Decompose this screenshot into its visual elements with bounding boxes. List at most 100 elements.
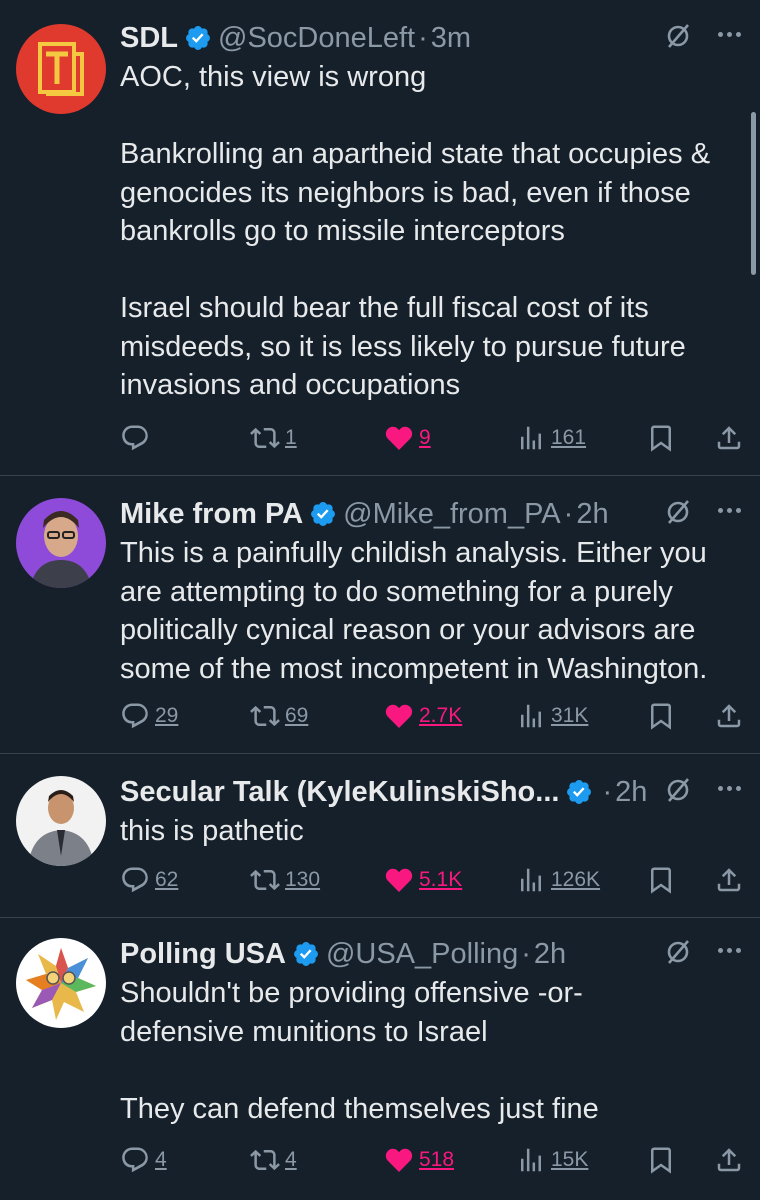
share-button[interactable]	[714, 1140, 744, 1180]
timestamp[interactable]: 2h	[534, 938, 566, 971]
retweet-button[interactable]: 4	[250, 1140, 297, 1180]
reply-button[interactable]: 62	[120, 860, 178, 900]
retweet-count: 130	[285, 868, 321, 891]
timeline-feed: SDL @SocDoneLeft · 3m AOC, this view is …	[0, 0, 760, 1200]
grok-icon[interactable]	[664, 498, 692, 526]
like-button[interactable]: 5.1K	[384, 860, 462, 900]
user-handle[interactable]: @Mike_from_PA	[343, 498, 560, 531]
separator-dot: ·	[521, 937, 531, 970]
retweet-button[interactable]: 1	[250, 418, 297, 458]
separator-dot: ·	[563, 497, 574, 530]
retweet-icon	[250, 427, 280, 449]
retweet-icon	[250, 705, 280, 727]
bookmark-icon	[651, 1147, 671, 1174]
share-icon	[717, 426, 741, 450]
action-bar: 1 9 161	[120, 418, 744, 458]
reply-icon	[122, 703, 148, 729]
grok-icon[interactable]	[664, 22, 692, 50]
bookmark-button[interactable]	[646, 1140, 676, 1180]
grok-icon[interactable]	[664, 776, 692, 804]
avatar[interactable]	[16, 938, 106, 1028]
heart-icon	[385, 704, 413, 728]
like-count: 5.1K	[419, 868, 463, 891]
heart-icon	[385, 1148, 413, 1172]
retweet-count: 69	[285, 704, 309, 727]
avatar[interactable]	[16, 498, 106, 588]
bookmark-button[interactable]	[646, 860, 676, 900]
user-handle[interactable]: @USA_Polling	[326, 938, 518, 971]
more-icon[interactable]	[718, 508, 744, 516]
share-icon	[717, 868, 741, 892]
like-count: 518	[419, 1148, 455, 1171]
timestamp[interactable]: 2h	[576, 498, 608, 531]
reply-count: 4	[155, 1148, 167, 1171]
retweet-count: 1	[285, 426, 297, 449]
views-button[interactable]: 126K	[516, 860, 600, 900]
share-button[interactable]	[714, 418, 744, 458]
share-icon	[717, 704, 741, 728]
bookmark-icon	[651, 867, 671, 894]
bookmark-button[interactable]	[646, 418, 676, 458]
polling-usa-logo-icon	[26, 948, 96, 1020]
verified-badge-icon	[293, 942, 318, 966]
avatar[interactable]	[16, 776, 106, 866]
views-count: 161	[551, 426, 587, 449]
user-handle[interactable]: @SocDoneLeft	[218, 22, 415, 55]
reply-button[interactable]: 4	[120, 1140, 167, 1180]
sdl-logo-icon	[38, 42, 84, 96]
display-name[interactable]: Secular Talk (KyleKulinskiSho...	[120, 776, 559, 809]
avatar[interactable]	[16, 24, 106, 114]
views-button[interactable]: 161	[516, 418, 586, 458]
more-icon[interactable]	[718, 786, 744, 794]
more-icon[interactable]	[718, 32, 744, 40]
verified-badge-icon	[567, 780, 592, 804]
display-name[interactable]: Mike from PA	[120, 498, 303, 531]
like-button[interactable]: 518	[384, 1140, 454, 1180]
tweet[interactable]: SDL @SocDoneLeft · 3m AOC, this view is …	[0, 0, 760, 476]
like-button[interactable]: 9	[384, 418, 431, 458]
timestamp[interactable]: 2h	[615, 776, 647, 809]
display-name[interactable]: SDL	[120, 22, 178, 55]
reply-count: 62	[155, 868, 179, 891]
verified-badge-icon	[311, 502, 336, 526]
timestamp[interactable]: 3m	[431, 22, 471, 55]
reply-button[interactable]	[120, 418, 155, 458]
reply-button[interactable]: 29	[120, 696, 178, 736]
like-count: 2.7K	[419, 704, 463, 727]
tweet[interactable]: Mike from PA @Mike_from_PA · 2h This is …	[0, 476, 760, 754]
share-button[interactable]	[714, 696, 744, 736]
profile-photo	[28, 790, 94, 866]
separator-dot: ·	[602, 775, 613, 808]
separator-dot: ·	[418, 21, 428, 54]
tweet[interactable]: Secular Talk (KyleKulinskiSho... · 2h th…	[0, 754, 760, 918]
retweet-button[interactable]: 69	[250, 696, 308, 736]
display-name[interactable]: Polling USA	[120, 938, 286, 971]
profile-photo	[30, 511, 92, 588]
bookmark-icon	[651, 703, 671, 730]
retweet-button[interactable]: 130	[250, 860, 320, 900]
views-count: 31K	[551, 704, 589, 727]
retweet-icon	[250, 1149, 280, 1171]
like-count: 9	[419, 426, 431, 449]
views-button[interactable]: 31K	[516, 696, 588, 736]
grok-icon[interactable]	[664, 938, 692, 966]
tweet-text: This is a painfully childish analysis. E…	[120, 537, 708, 685]
views-icon	[521, 704, 541, 728]
like-button[interactable]: 2.7K	[384, 696, 462, 736]
tweet[interactable]: Polling USA @USA_Polling · 2h Shouldn't …	[0, 918, 760, 1200]
views-icon	[521, 1148, 541, 1172]
scrollbar[interactable]	[751, 112, 756, 275]
share-icon	[717, 1148, 741, 1172]
bookmark-button[interactable]	[646, 696, 676, 736]
views-count: 126K	[551, 868, 601, 891]
tweet-text: Shouldn't be providing offensive -or- de…	[120, 977, 599, 1125]
heart-icon	[385, 868, 413, 892]
retweet-icon	[250, 869, 280, 891]
more-icon[interactable]	[718, 948, 744, 956]
views-button[interactable]: 15K	[516, 1140, 588, 1180]
action-bar: 62 130 5.1K 126K	[120, 860, 744, 900]
share-button[interactable]	[714, 860, 744, 900]
reply-count: 29	[155, 704, 179, 727]
views-icon	[521, 868, 541, 892]
views-icon	[521, 426, 541, 450]
